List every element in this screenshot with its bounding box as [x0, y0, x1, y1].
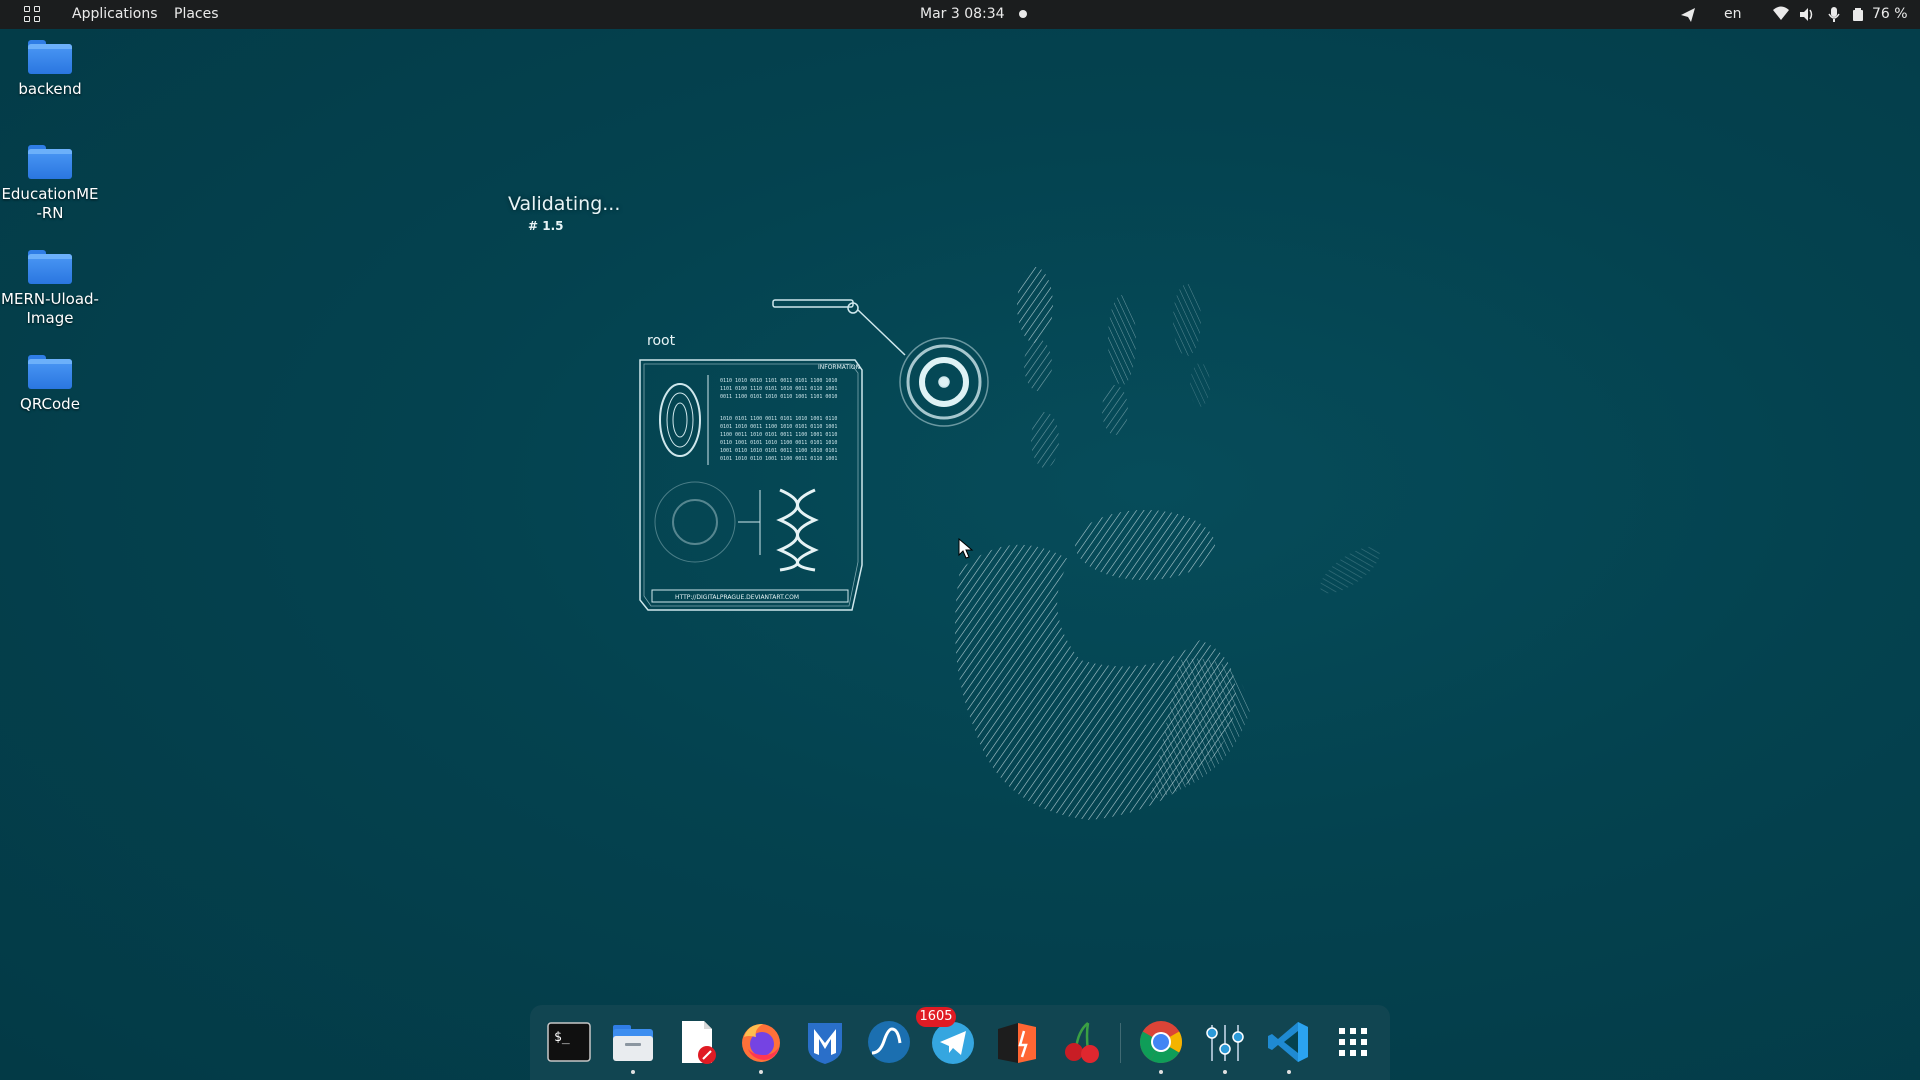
folder-icon	[28, 145, 72, 179]
hud-text-line: 1001 0110 1010 0101 0011 1100 1010 0101	[720, 448, 837, 454]
volume-icon[interactable]	[1798, 0, 1816, 29]
running-indicator	[1223, 1070, 1227, 1074]
folder-icon	[28, 250, 72, 284]
dock-burp-suite[interactable]	[994, 1019, 1040, 1065]
dock-text-editor[interactable]	[674, 1019, 720, 1065]
hud-text-line: 0101 1010 0110 1001 1100 0011 0110 1001	[720, 456, 837, 462]
desktop-icon-label: MERN-Uload-Image	[1, 290, 99, 327]
places-menu[interactable]: Places	[174, 0, 219, 29]
terminal-icon: $_	[547, 1022, 591, 1062]
desktop-icon-backend[interactable]: backend	[0, 40, 100, 99]
desktop-icon-educationme-rn[interactable]: EducationME-RN	[0, 145, 100, 223]
clock[interactable]: Mar 3 08:34	[920, 0, 1005, 29]
wireshark-icon	[868, 1021, 910, 1063]
svg-text:$_: $_	[554, 1030, 570, 1045]
chrome-icon	[1139, 1021, 1183, 1064]
dock-metasploit[interactable]	[802, 1019, 848, 1065]
wallpaper-version-text: # 1.5	[528, 219, 564, 233]
desktop-icon-mern-uload-image[interactable]: MERN-Uload-Image	[0, 250, 100, 328]
desktop: Applications Places Mar 3 08:34 en 76 % …	[0, 0, 1920, 1080]
folder-icon	[28, 40, 72, 74]
dock-terminal[interactable]: $_	[546, 1019, 592, 1065]
battery-icon[interactable]	[1852, 0, 1864, 29]
microphone-icon[interactable]	[1827, 0, 1841, 29]
desktop-icon-label: backend	[18, 80, 82, 98]
hud-header-text: INFORMATION	[818, 364, 860, 371]
dock-vscode[interactable]	[1266, 1019, 1312, 1074]
running-indicator	[1287, 1070, 1291, 1074]
keyboard-layout-indicator[interactable]: en	[1724, 0, 1742, 29]
hud-text-line: 0011 1100 0101 1010 0110 1001 1101 0010	[720, 394, 837, 400]
desktop-icon-qrcode[interactable]: QRCode	[0, 355, 100, 414]
running-indicator	[631, 1070, 635, 1074]
wallpaper-handprint	[955, 267, 1380, 820]
vscode-icon	[1268, 1022, 1308, 1062]
dock: $_ 1605	[530, 1005, 1390, 1080]
dock-separator	[1120, 1023, 1121, 1063]
telegram-tray-icon[interactable]	[1680, 0, 1696, 29]
grid-icon	[1339, 1028, 1367, 1056]
desktop-icon-label: EducationME-RN	[1, 185, 99, 222]
wallpaper-status-text: Validating...	[508, 193, 621, 215]
hud-url-text: HTTP://DIGITALPRAGUE.DEVIANTART.COM	[675, 594, 799, 601]
wifi-icon[interactable]	[1772, 0, 1790, 29]
folder-icon	[28, 355, 72, 389]
hud-text-line: 1100 0011 1010 0101 0011 1100 1001 0110	[720, 432, 837, 438]
text-editor-icon	[682, 1021, 716, 1064]
unread-badge: 1605	[916, 1007, 956, 1027]
hud-text-line: 0110 1001 0101 1010 1100 0011 0101 1010	[720, 440, 837, 446]
hud-text-line: 0101 1010 0011 1100 1010 0101 0110 1001	[720, 424, 837, 430]
notification-dot-icon	[1019, 10, 1027, 18]
mouse-pointer-icon	[958, 538, 974, 559]
metasploit-icon	[808, 1023, 842, 1064]
files-icon	[613, 1025, 653, 1061]
dock-telegram[interactable]: 1605	[916, 1007, 976, 1065]
hud-text-line: 0110 1010 0010 1101 0011 0101 1100 1010	[720, 378, 837, 384]
cherry-icon	[1065, 1022, 1099, 1063]
dock-files[interactable]	[610, 1019, 656, 1074]
activities-grid-icon[interactable]	[24, 6, 42, 24]
tweaks-icon	[1206, 1025, 1244, 1061]
top-bar: Applications Places Mar 3 08:34 en 76 %	[0, 0, 1920, 29]
running-indicator	[759, 1070, 763, 1074]
desktop-icon-label: QRCode	[20, 395, 80, 413]
burp-icon	[998, 1023, 1036, 1063]
battery-percentage[interactable]: 76 %	[1872, 0, 1908, 29]
dock-wireshark[interactable]	[866, 1019, 912, 1065]
dock-chrome[interactable]	[1138, 1019, 1184, 1074]
hud-text-line: 1010 0101 1100 0011 0101 1010 1001 0110	[720, 416, 837, 422]
dock-settings[interactable]	[1202, 1019, 1248, 1074]
dock-cherrytree[interactable]	[1058, 1019, 1104, 1065]
dock-show-applications[interactable]	[1330, 1019, 1376, 1065]
firefox-icon	[742, 1024, 780, 1062]
hud-text-line: 1101 0100 1110 0101 1010 0011 0110 1001	[720, 386, 837, 392]
running-indicator	[1159, 1070, 1163, 1074]
applications-menu[interactable]: Applications	[72, 0, 158, 29]
dock-firefox[interactable]	[738, 1019, 784, 1074]
